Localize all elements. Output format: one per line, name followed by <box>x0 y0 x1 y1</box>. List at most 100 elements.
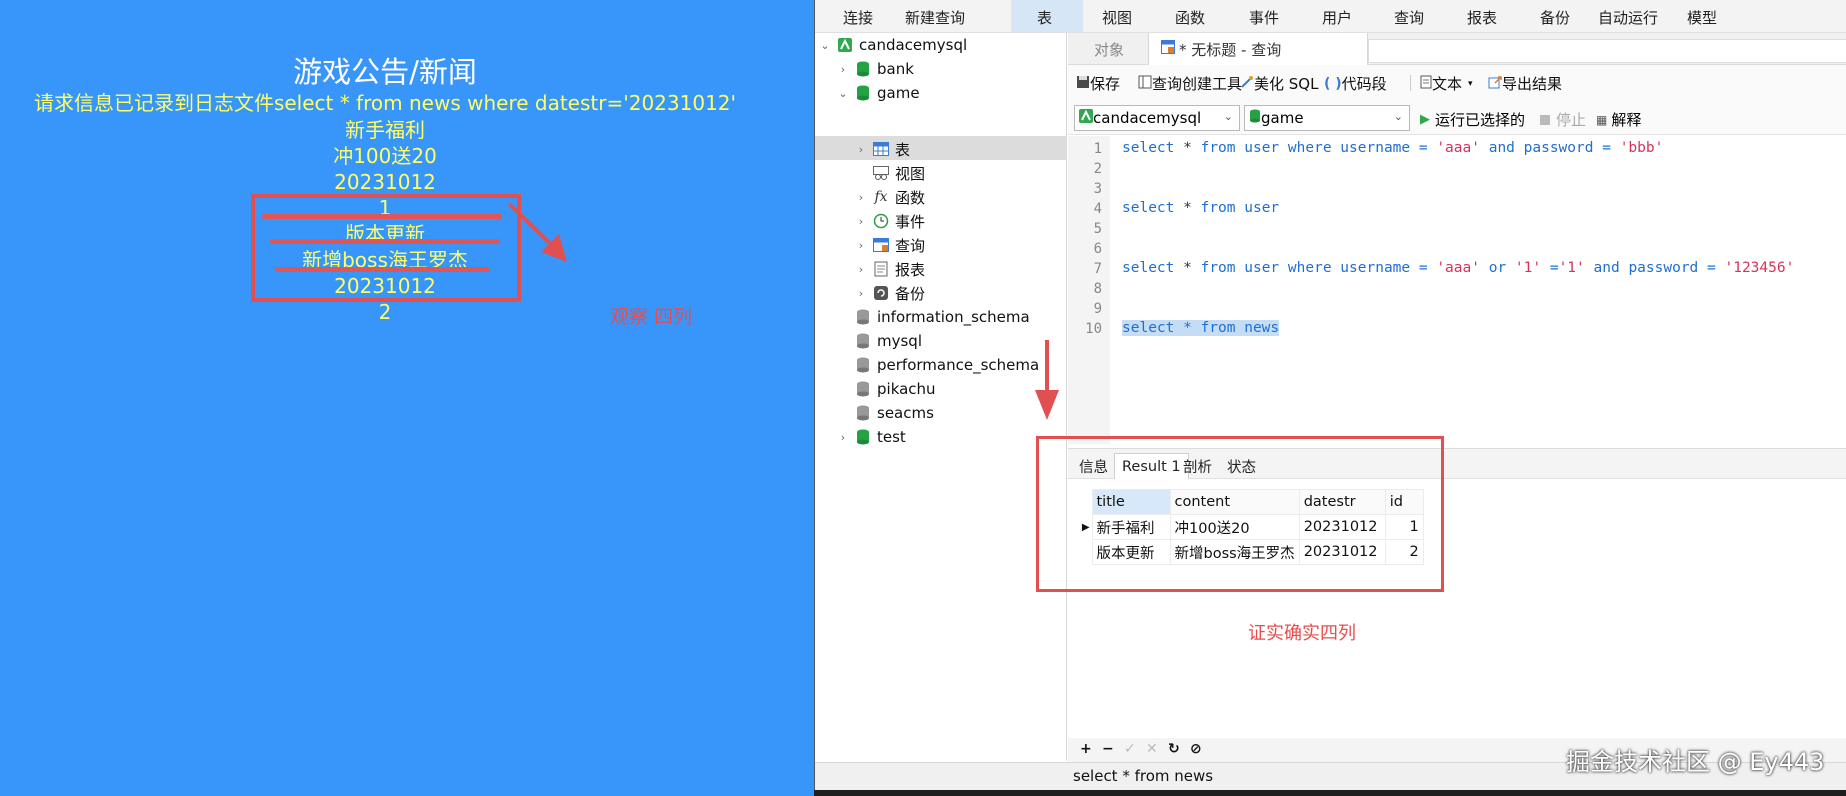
menu-model[interactable]: 模型 <box>1687 7 1717 28</box>
menu-automation[interactable]: 自动运行 <box>1598 7 1658 28</box>
tree-connection[interactable]: ⌄ candacemysql <box>817 33 967 57</box>
code-line-4: select * from user <box>1122 200 1280 216</box>
chevron-right-icon[interactable]: › <box>835 63 851 76</box>
chevron-right-icon[interactable]: › <box>853 215 869 228</box>
connection-select[interactable]: candacemysql ⌄ <box>1074 105 1240 131</box>
status-sql: select * from news <box>1073 767 1214 785</box>
tab-query[interactable]: * 无标题 - 查询 <box>1148 33 1368 65</box>
menu-bar: 连接 新建查询 表 视图 函数 事件 用户 查询 报表 备份 自动运行 模型 <box>815 0 1846 33</box>
tree-node-views[interactable]: 视图 <box>853 161 925 185</box>
run-selected-button[interactable]: ▶ 运行已选择的 <box>1420 109 1525 130</box>
text-button[interactable]: 文本 ▾ <box>1420 73 1473 94</box>
export-icon <box>1488 75 1502 93</box>
tree-node-label: 事件 <box>895 212 926 231</box>
menu-function[interactable]: 函数 <box>1175 7 1205 28</box>
tree-node-queries[interactable]: › 查询 <box>853 233 925 257</box>
tree-node-reports[interactable]: › 报表 <box>853 257 925 281</box>
line-number: 7 <box>1093 261 1102 277</box>
apply-button[interactable]: ✓ <box>1124 741 1136 757</box>
tree-db-label: information_schema <box>877 308 1030 326</box>
explain-button[interactable]: ▦ 解释 <box>1596 109 1641 130</box>
chevron-down-icon[interactable]: ⌄ <box>817 39 833 52</box>
database-icon <box>855 357 871 373</box>
tree-db-performance-schema[interactable]: performance_schema <box>855 353 1039 377</box>
document-icon <box>1420 75 1432 93</box>
game-news-page: 游戏公告/新闻 请求信息已记录到日志文件select * from news w… <box>0 0 814 796</box>
query-icon <box>1161 40 1175 58</box>
tree-node-backups[interactable]: › 备份 <box>853 281 925 305</box>
save-icon <box>1076 75 1090 93</box>
tree-db-label: mysql <box>877 332 922 350</box>
menu-report[interactable]: 报表 <box>1467 7 1497 28</box>
backup-icon <box>873 285 889 301</box>
tree-db-game[interactable]: ⌄ game <box>835 81 919 105</box>
database-icon <box>855 333 871 349</box>
tab-objects[interactable]: 对象 <box>1082 33 1136 65</box>
tree-db-seacms[interactable]: seacms <box>855 401 934 425</box>
code-line-1: select * from user where username = 'aaa… <box>1122 140 1664 156</box>
tab-query-label: * 无标题 - 查询 <box>1179 40 1282 59</box>
report-icon <box>873 261 889 277</box>
chevron-down-icon[interactable]: ⌄ <box>835 87 851 100</box>
beautify-sql-button[interactable]: 美化 SQL <box>1240 73 1318 94</box>
discard-button[interactable]: ✕ <box>1146 741 1158 757</box>
news-line: 新手福利 <box>345 118 425 142</box>
connection-icon <box>837 37 853 53</box>
query-builder-button[interactable]: 查询创建工具 <box>1138 73 1242 94</box>
watermark: 掘金技术社区 @ Ey443 <box>1566 748 1825 776</box>
chevron-right-icon[interactable]: › <box>853 191 869 204</box>
tree-db-mysql[interactable]: mysql <box>855 329 922 353</box>
database-icon <box>855 429 871 445</box>
code-line-7: select * from user where username = 'aaa… <box>1122 260 1795 276</box>
page-title: 游戏公告/新闻 <box>293 55 477 89</box>
tree-node-label: 查询 <box>895 236 926 255</box>
chevron-right-icon[interactable]: › <box>835 431 851 444</box>
code-snippet-button[interactable]: ( ) 代码段 <box>1324 73 1387 94</box>
menu-connect[interactable]: 连接 <box>843 7 873 28</box>
save-button[interactable]: 保存 <box>1076 73 1120 94</box>
line-number: 2 <box>1093 161 1102 177</box>
database-icon <box>855 381 871 397</box>
braces-icon: ( ) <box>1324 75 1342 92</box>
menu-new-query[interactable]: 新建查询 <box>905 7 965 28</box>
sql-editor[interactable]: 1 2 3 4 5 6 7 8 9 10 select * from user … <box>1068 136 1846 444</box>
chevron-right-icon[interactable]: › <box>853 239 869 252</box>
menu-backup[interactable]: 备份 <box>1540 7 1570 28</box>
database-icon <box>855 61 871 77</box>
chevron-right-icon[interactable]: › <box>853 143 869 156</box>
tree-db-information-schema[interactable]: information_schema <box>855 305 1030 329</box>
chevron-right-icon[interactable]: › <box>853 263 869 276</box>
menu-view[interactable]: 视图 <box>1102 7 1132 28</box>
stop-icon[interactable]: ⊘ <box>1190 741 1202 757</box>
function-icon: fx <box>874 189 888 205</box>
refresh-button[interactable]: ↻ <box>1168 741 1180 757</box>
tree-db-test[interactable]: › test <box>835 425 906 449</box>
line-gutter: 1 2 3 4 5 6 7 8 9 10 <box>1068 136 1110 444</box>
line-number: 8 <box>1093 281 1102 297</box>
tree-node-label: 视图 <box>895 164 926 183</box>
database-select[interactable]: game ⌄ <box>1244 105 1410 131</box>
add-row-button[interactable]: + <box>1080 741 1092 757</box>
query-icon <box>873 237 889 253</box>
menu-query[interactable]: 查询 <box>1394 7 1424 28</box>
tree-db-label: test <box>877 428 906 446</box>
database-icon <box>855 85 871 101</box>
dropdown-icon: ▾ <box>1468 78 1473 89</box>
tree-db-label: performance_schema <box>877 356 1040 374</box>
tree-node-functions[interactable]: › fx 函数 <box>853 185 925 209</box>
menu-event[interactable]: 事件 <box>1249 7 1279 28</box>
menu-table[interactable]: 表 <box>1037 7 1052 28</box>
tree-node-events[interactable]: › 事件 <box>853 209 925 233</box>
tree-db-pikachu[interactable]: pikachu <box>855 377 936 401</box>
database-icon <box>855 405 871 421</box>
stop-button[interactable]: 停止 <box>1540 109 1586 130</box>
export-results-button[interactable]: 导出结果 <box>1488 73 1562 94</box>
menu-user[interactable]: 用户 <box>1322 7 1352 28</box>
strike-line <box>270 239 500 244</box>
code-line-10: select * from news <box>1122 320 1280 336</box>
chevron-right-icon[interactable]: › <box>853 287 869 300</box>
tree-db-label: seacms <box>877 404 934 422</box>
tree-node-tables[interactable]: › 表 <box>853 137 910 161</box>
tree-db-bank[interactable]: › bank <box>835 57 914 81</box>
delete-row-button[interactable]: − <box>1102 741 1114 757</box>
